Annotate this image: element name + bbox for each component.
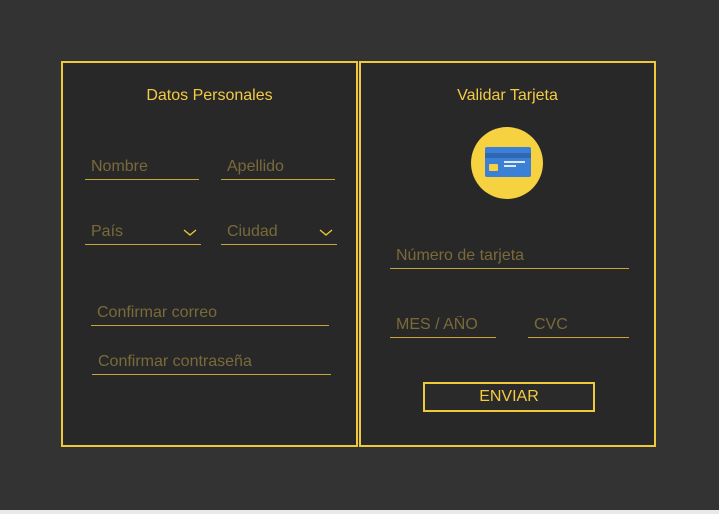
confirm-email-field[interactable] [91, 302, 335, 326]
expiry-input[interactable] [390, 314, 502, 336]
last-name-field[interactable] [221, 156, 341, 180]
city-select[interactable]: Ciudad [221, 221, 337, 245]
city-select-value: Ciudad [227, 223, 278, 240]
last-name-input[interactable] [221, 156, 341, 178]
first-name-field[interactable] [85, 156, 205, 180]
personal-data-title: Datos Personales [146, 87, 273, 104]
country-select-value: País [91, 223, 124, 240]
personal-data-panel: Datos Personales País Ciudad [61, 61, 358, 447]
validate-card-title: Validar Tarjeta [457, 87, 558, 104]
credit-card-icon [485, 147, 531, 177]
country-select[interactable]: País [85, 221, 201, 245]
card-icon-badge [471, 127, 543, 199]
expiry-field[interactable] [390, 314, 502, 338]
confirm-password-input[interactable] [92, 351, 337, 373]
confirm-email-input[interactable] [91, 302, 335, 324]
confirm-password-field[interactable] [92, 351, 337, 375]
card-number-input[interactable] [390, 245, 635, 267]
cvc-input[interactable] [528, 314, 635, 336]
card-number-field[interactable] [390, 245, 635, 269]
cvc-field[interactable] [528, 314, 635, 338]
bottom-divider [0, 510, 719, 514]
submit-button[interactable]: ENVIAR [423, 382, 595, 412]
chevron-down-icon [183, 229, 197, 236]
first-name-input[interactable] [85, 156, 205, 178]
chevron-down-icon [319, 229, 333, 236]
validate-card-panel: Validar Tarjeta ENVIAR [359, 61, 656, 447]
